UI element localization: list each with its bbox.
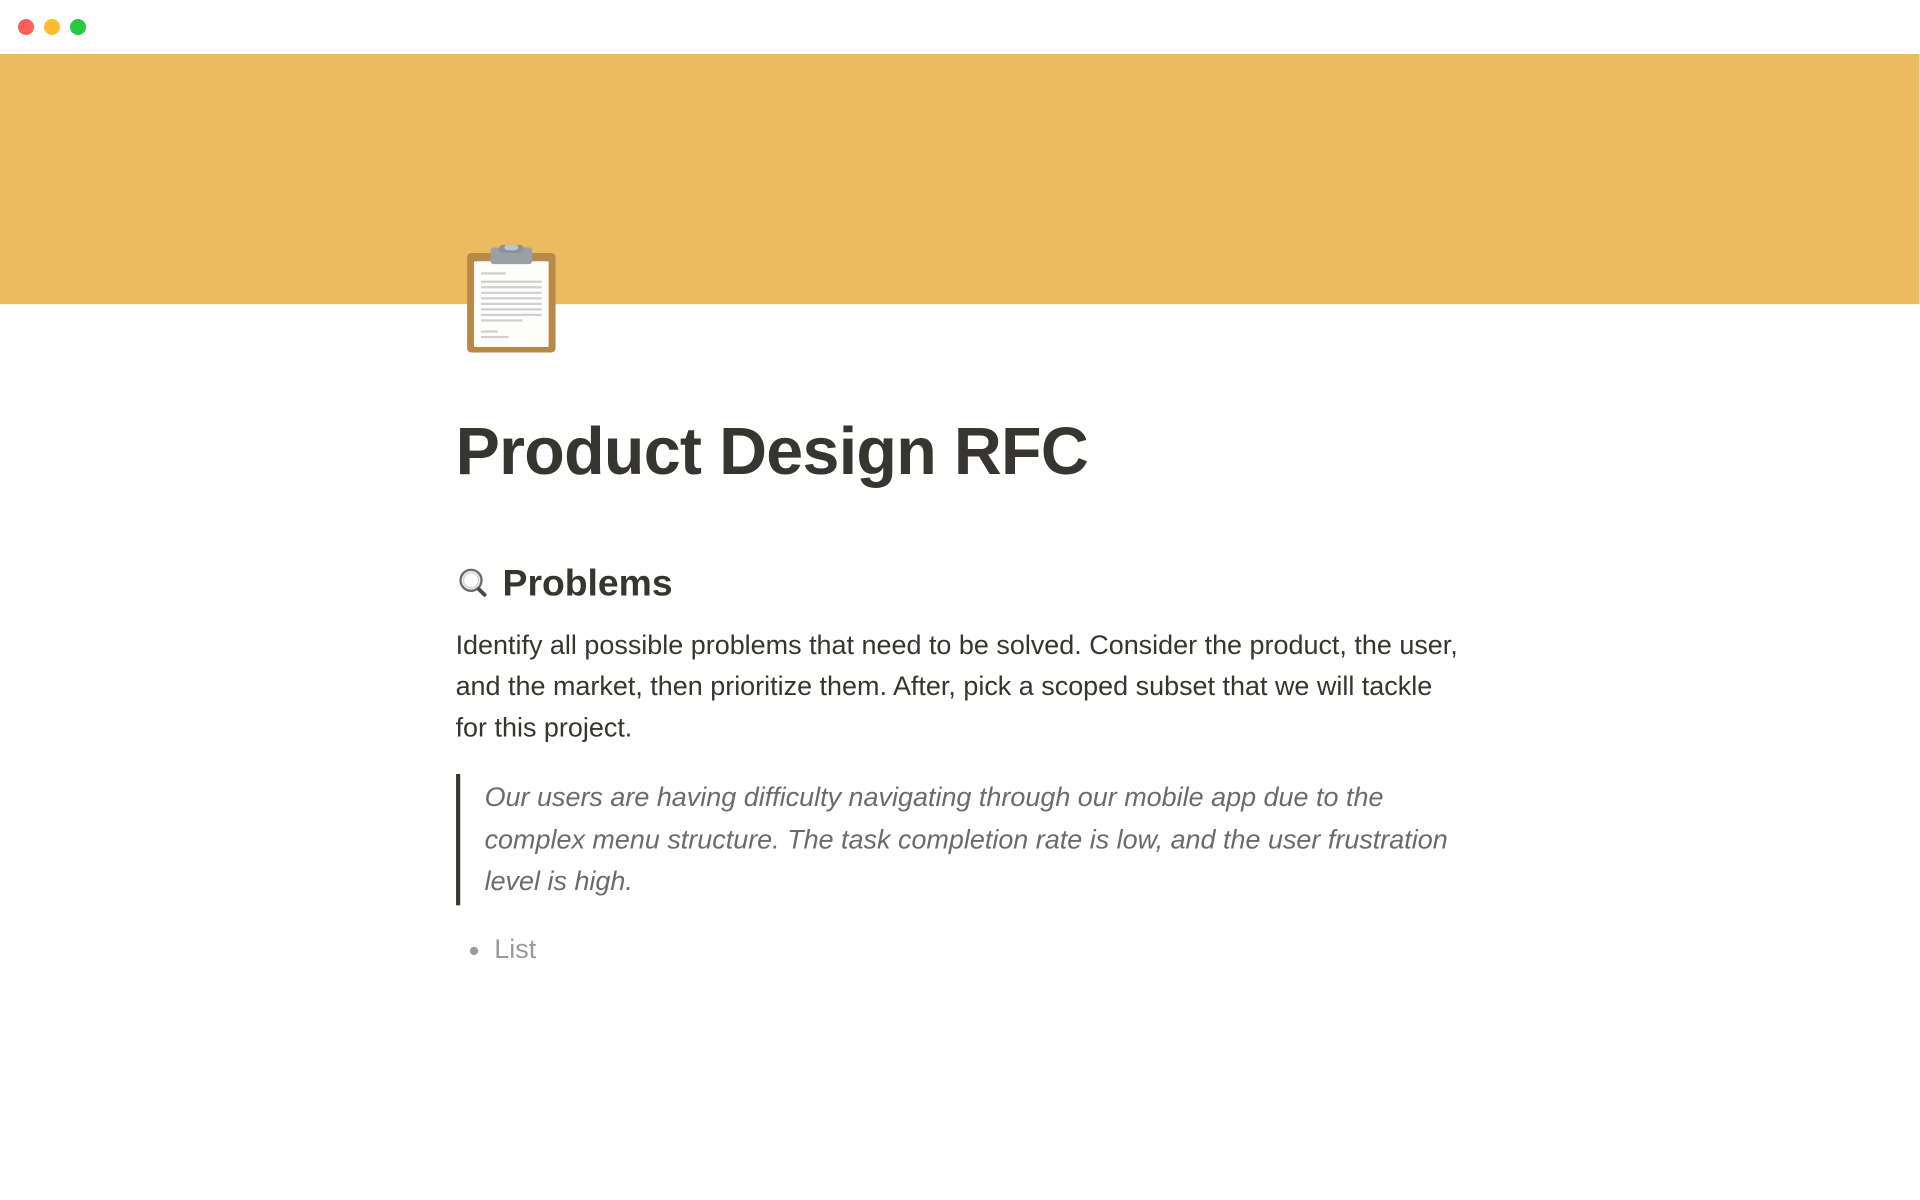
window-close-button[interactable]	[18, 19, 34, 35]
window-minimize-button[interactable]	[44, 19, 60, 35]
section-body-problems[interactable]: Identify all possible problems that need…	[456, 624, 1465, 749]
section-heading-problems[interactable]: Problems	[456, 562, 1465, 605]
clipboard-icon	[462, 245, 559, 356]
page-icon-clipboard[interactable]	[462, 245, 559, 356]
page-title[interactable]: Product Design RFC	[456, 304, 1465, 490]
page-cover[interactable]	[0, 54, 1920, 304]
window-maximize-button[interactable]	[70, 19, 86, 35]
problems-quote[interactable]: Our users are having difficulty navigati…	[456, 775, 1465, 906]
window-titlebar	[0, 0, 1920, 54]
page-content: Product Design RFC Problems Identify all…	[456, 304, 1465, 1026]
list-item-placeholder[interactable]: List	[494, 930, 1464, 970]
section-heading-text: Problems	[503, 562, 673, 605]
magnifying-glass-icon	[456, 566, 492, 602]
problems-list[interactable]: List	[456, 930, 1465, 970]
